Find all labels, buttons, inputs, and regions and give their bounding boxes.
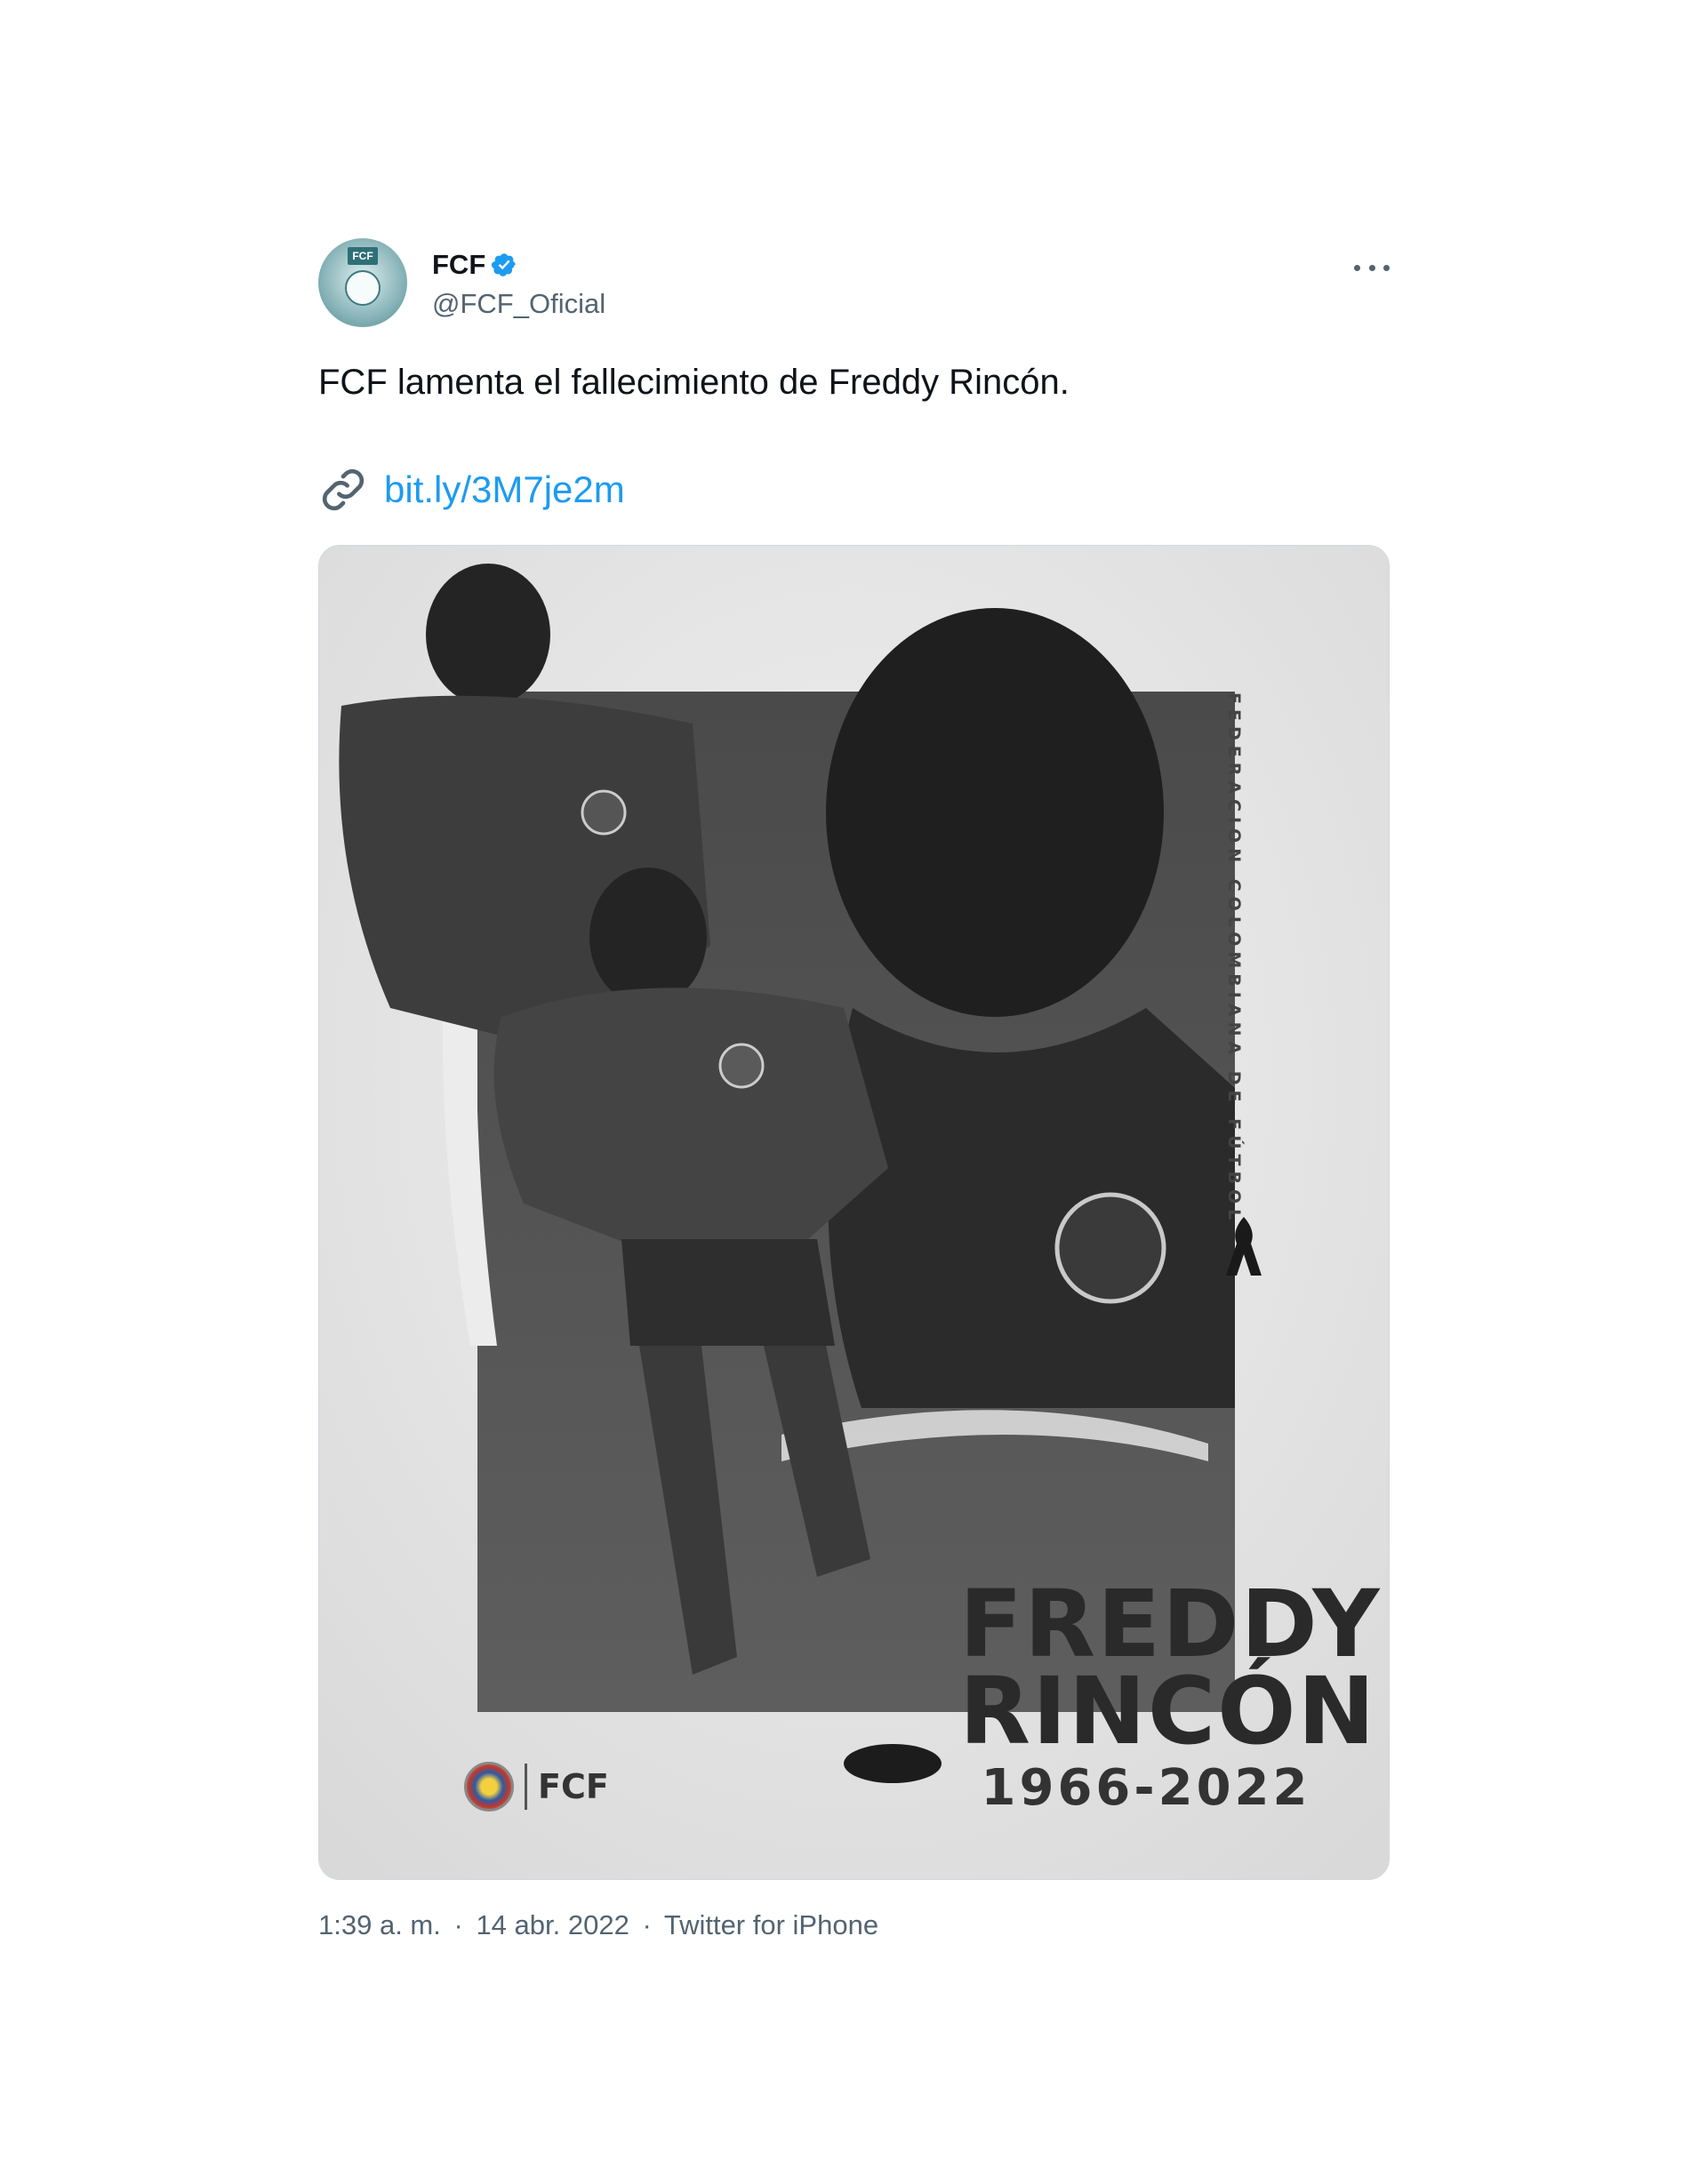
poster-logo-text: FCF: [538, 1767, 609, 1806]
link-icon: [322, 468, 365, 511]
portrait-head: [826, 608, 1164, 1017]
tweet-source[interactable]: Twitter for iPhone: [664, 1909, 878, 1940]
link-row[interactable]: bit.ly/3M7je2m: [318, 465, 625, 515]
more-options-icon[interactable]: [1354, 254, 1390, 281]
media-image[interactable]: FEDERACION COLOMBIANA DE FÚTBOL FREDDY R…: [318, 545, 1390, 1880]
poster-vertical-text: FEDERACION COLOMBIANA DE FÚTBOL: [1224, 692, 1244, 1226]
logo-divider: [525, 1764, 527, 1810]
tweet-link[interactable]: bit.ly/3M7je2m: [384, 468, 625, 511]
portrait-shoulders: [828, 1008, 1235, 1408]
verified-badge-icon: [492, 253, 517, 276]
more-dot: [1368, 264, 1375, 271]
tweet-time[interactable]: 1:39 a. m.: [318, 1909, 441, 1940]
jersey-crest: [1054, 1192, 1166, 1304]
more-dot: [1354, 264, 1360, 271]
poster-last-name: RINCÓN: [959, 1657, 1377, 1765]
tweet-text: FCF lamenta el fallecimiento de Freddy R…: [318, 363, 1070, 402]
poster-wording: FREDDY RINCÓN 1966-2022: [959, 1570, 1382, 1817]
soccer-ball-icon: [345, 270, 381, 306]
avatar-fcf-tag: FCF: [348, 247, 378, 265]
tweet-meta: 1:39 a. m. · 14 abr. 2022 · Twitter for …: [318, 1909, 878, 1941]
poster-first-name: FREDDY: [959, 1570, 1382, 1678]
display-name[interactable]: FCF: [432, 249, 485, 281]
fcf-crest-icon: [464, 1762, 514, 1812]
meta-separator: ·: [453, 1909, 463, 1940]
name-row: FCF: [432, 247, 517, 283]
tweet: FCF FCF @FCF_Oficial FCF lamenta el fall…: [318, 238, 1390, 1963]
more-dot: [1383, 264, 1390, 271]
poster-years: 1966-2022: [981, 1759, 1311, 1817]
avatar[interactable]: FCF: [318, 238, 407, 327]
meta-separator: ·: [642, 1909, 652, 1940]
tweet-date[interactable]: 14 abr. 2022: [476, 1909, 629, 1940]
poster-logo: FCF: [464, 1762, 609, 1812]
user-handle[interactable]: @FCF_Oficial: [432, 288, 605, 320]
